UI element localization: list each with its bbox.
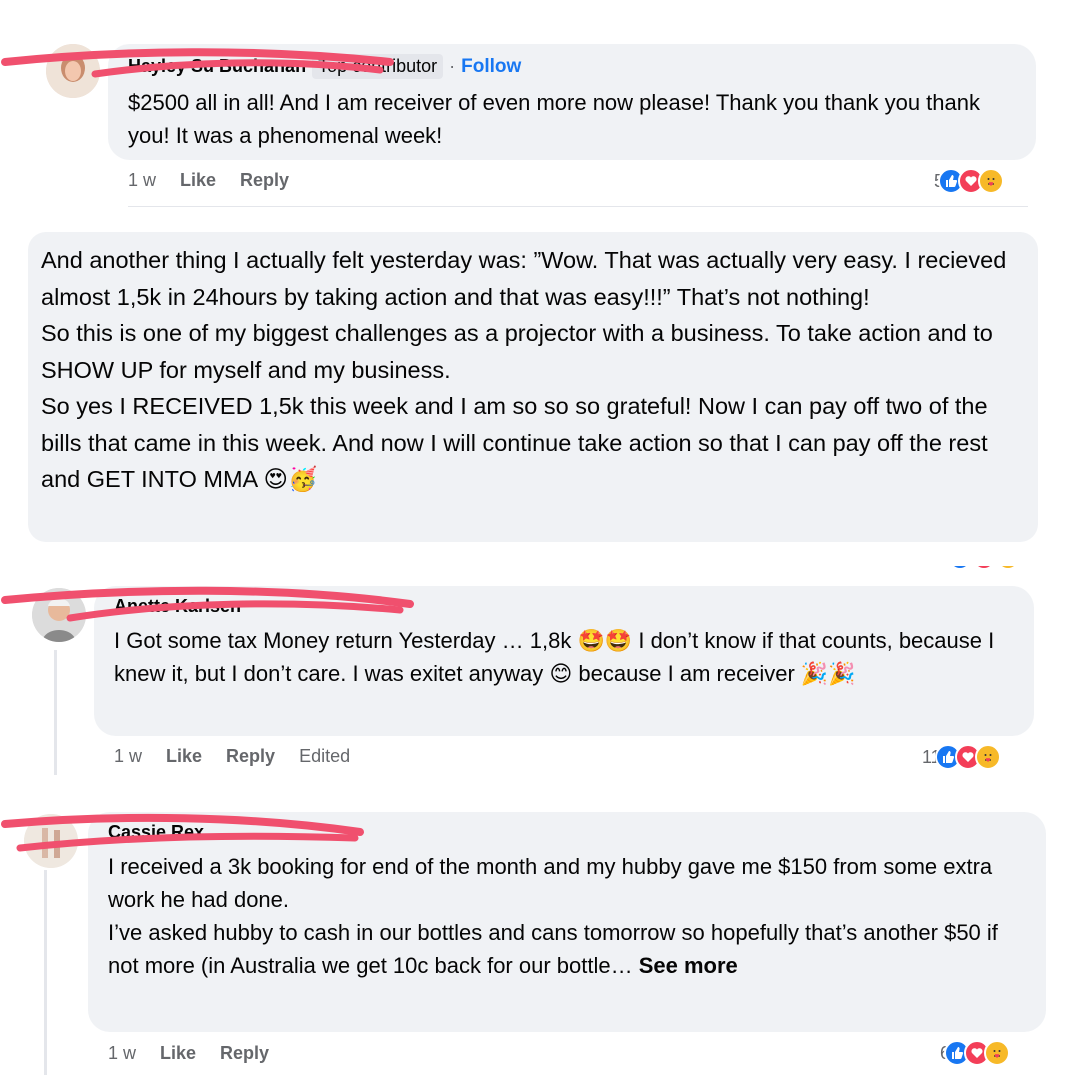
reply-button[interactable]: Reply — [226, 746, 275, 767]
care-reaction-icon — [978, 168, 1005, 194]
care-reaction-icon — [984, 1040, 1011, 1066]
reaction-summary[interactable]: 5 — [934, 168, 1005, 194]
comment-text: $2500 all in all! And I am receiver of e… — [128, 90, 987, 148]
reaction-summary — [950, 566, 1030, 576]
reaction-summary[interactable]: 6 — [940, 1040, 1011, 1066]
comment-text: And another thing I actually felt yester… — [41, 247, 1007, 492]
see-more-link[interactable]: See more — [639, 953, 738, 978]
reply-button[interactable]: Reply — [240, 170, 289, 191]
divider — [128, 206, 1028, 207]
comment-actions: 1 w Like Reply — [128, 170, 289, 191]
comment-timestamp[interactable]: 1 w — [108, 1043, 136, 1064]
like-button[interactable]: Like — [180, 170, 216, 191]
reply-button[interactable]: Reply — [220, 1043, 269, 1064]
redaction-scribble — [1, 813, 364, 852]
thread-line — [44, 870, 47, 1075]
separator-dot: · — [449, 56, 456, 76]
reaction-summary[interactable]: 11 — [922, 744, 1001, 770]
comment-body: I received a 3k booking for end of the m… — [108, 854, 998, 978]
comment-bubble: And another thing I actually felt yester… — [28, 232, 1038, 542]
comment-timestamp[interactable]: 1 w — [114, 746, 142, 767]
thread-line — [54, 650, 57, 775]
redaction-scribble — [1, 586, 414, 622]
comment-actions: 1 w Like Reply — [108, 1043, 269, 1064]
like-button[interactable]: Like — [160, 1043, 196, 1064]
comment-timestamp[interactable]: 1 w — [128, 170, 156, 191]
comment-text: I Got some tax Money return Yesterday … … — [114, 628, 1001, 686]
edited-label: Edited — [299, 746, 351, 766]
comment-text: I received a 3k booking for end of the m… — [108, 850, 1008, 982]
follow-button[interactable]: Follow — [461, 56, 521, 78]
care-reaction-icon — [974, 744, 1001, 770]
comment-actions: 1 w Like Reply Edited — [114, 746, 350, 767]
redaction-scribble — [1, 48, 394, 78]
like-button[interactable]: Like — [166, 746, 202, 767]
